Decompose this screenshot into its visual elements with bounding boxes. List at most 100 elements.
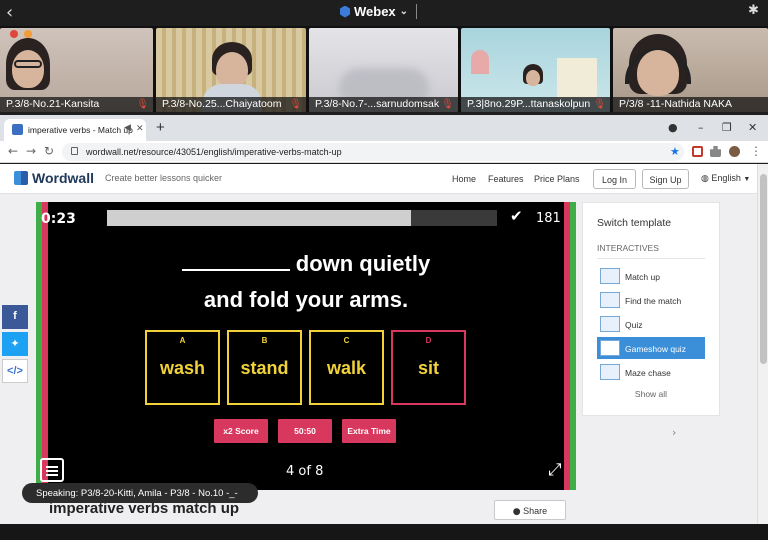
- scroll-thumb[interactable]: [760, 174, 767, 364]
- participant-tile[interactable]: P/3/8 -11-Nathida NAKA: [613, 28, 768, 112]
- wordwall-page: Wordwall Create better lessons quicker H…: [0, 164, 768, 524]
- fifty-fifty-button[interactable]: 50:50: [278, 419, 332, 443]
- divider: [416, 4, 417, 19]
- maze-chase-icon: [600, 364, 620, 380]
- question-text: down quietly and fold your arms.: [96, 246, 516, 318]
- right-stripe: [564, 202, 576, 490]
- user-icon: ●: [512, 507, 521, 517]
- match-up-icon: [600, 268, 620, 284]
- screen: ‹ Webex ⌄ ✱ P.3/8-No.21-Kansita 🎙 P.3/8-…: [0, 0, 768, 540]
- webex-top-bar: ‹ Webex ⌄ ✱: [0, 0, 768, 24]
- address-bar: ← → ↻ wordwall.net/resource/43051/englis…: [0, 141, 768, 163]
- participant-tile[interactable]: P.3/8-No.21-Kansita 🎙: [0, 28, 153, 112]
- find-the-match-icon: [600, 292, 620, 308]
- nav-features[interactable]: Features: [488, 174, 524, 184]
- webex-title[interactable]: Webex ⌄: [340, 4, 408, 19]
- login-button[interactable]: Log In: [593, 169, 636, 189]
- template-quiz[interactable]: Quiz: [597, 313, 705, 335]
- profile-avatar[interactable]: [729, 146, 740, 157]
- panel-title: Switch template: [597, 217, 672, 229]
- template-find-the-match[interactable]: Find the match: [597, 289, 705, 311]
- facebook-icon: f: [13, 310, 17, 322]
- participant-tile[interactable]: P.3/8-No.7-...sarnudomsak 🎙: [309, 28, 458, 112]
- nav-price-plans[interactable]: Price Plans: [534, 174, 580, 184]
- tagline: Create better lessons quicker: [105, 173, 223, 183]
- twitter-share-button[interactable]: ✦: [2, 332, 28, 356]
- caret-down-icon: ▼: [743, 176, 751, 183]
- minimize-icon[interactable]: –: [698, 121, 704, 134]
- divider: [597, 258, 705, 259]
- back-icon[interactable]: ←: [8, 144, 18, 158]
- back-chevron-icon[interactable]: ‹: [6, 2, 13, 23]
- page-scrollbar[interactable]: [757, 164, 768, 524]
- twitter-icon: ✦: [10, 337, 20, 350]
- code-icon: </>: [7, 365, 23, 377]
- gameshow-quiz-game[interactable]: 0:23 ✔ 181 down quietly and fold your ar…: [36, 202, 576, 490]
- gameshow-quiz-icon: [600, 340, 620, 356]
- answer-option-c[interactable]: C walk: [309, 330, 384, 405]
- show-all-link[interactable]: Show all: [583, 389, 719, 399]
- check-icon: ✔: [510, 207, 523, 225]
- chevron-right-icon[interactable]: ›: [672, 426, 676, 439]
- wordwall-logo-icon: [14, 171, 28, 185]
- x2-score-button[interactable]: x2 Score: [214, 419, 268, 443]
- share-button[interactable]: ● Share: [494, 500, 566, 520]
- answer-option-d[interactable]: D sit: [391, 330, 466, 405]
- account-icon[interactable]: ●: [668, 121, 678, 134]
- webex-logo-icon: [340, 5, 350, 18]
- extra-time-button[interactable]: Extra Time: [342, 419, 396, 443]
- maximize-icon[interactable]: ❐: [722, 121, 732, 134]
- mic-muted-icon: 🎙: [136, 99, 149, 110]
- forward-icon[interactable]: →: [26, 144, 36, 158]
- url-input[interactable]: wordwall.net/resource/43051/english/impe…: [62, 143, 684, 161]
- chevron-down-icon: ⌄: [399, 6, 409, 17]
- answer-option-a[interactable]: A wash: [145, 330, 220, 405]
- participant-name: P.3/8-No.21-Kansita: [0, 97, 153, 112]
- speaker-icon[interactable]: ◀: [124, 123, 131, 133]
- template-match-up[interactable]: Match up: [597, 265, 705, 287]
- participant-name: P.3/8-No.25...Chaiyatoom: [156, 97, 306, 112]
- lock-icon: [71, 147, 78, 155]
- participant-tile[interactable]: P.3|8no.29P...ttanaskolpun 🎙: [461, 28, 610, 112]
- mic-muted-icon: 🎙: [593, 99, 606, 110]
- close-window-icon[interactable]: ✕: [748, 121, 757, 134]
- template-maze-chase[interactable]: Maze chase: [597, 361, 705, 383]
- nav-home[interactable]: Home: [452, 174, 476, 184]
- embed-button[interactable]: </>: [2, 359, 28, 383]
- extension-icon[interactable]: [692, 146, 703, 157]
- bookmark-star-icon[interactable]: ★: [670, 145, 680, 158]
- wordwall-logo[interactable]: Wordwall: [14, 170, 94, 186]
- puzzle-extensions-icon[interactable]: [710, 146, 721, 157]
- browser-tab[interactable]: imperative verbs - Match up ◀ ✕: [4, 119, 146, 141]
- participant-name: P.3|8no.29P...ttanaskolpun: [461, 97, 610, 112]
- bottom-bar: [0, 524, 768, 540]
- reload-icon[interactable]: ↻: [44, 144, 54, 158]
- participant-tile[interactable]: P.3/8-No.25...Chaiyatoom 🎙: [156, 28, 306, 112]
- mic-muted-icon: 🎙: [441, 99, 454, 110]
- fullscreen-icon[interactable]: ⤢: [548, 460, 562, 480]
- panel-subtitle: INTERACTIVES: [597, 243, 659, 253]
- time-progress-fill: [107, 210, 412, 226]
- bluetooth-icon[interactable]: ✱: [748, 3, 759, 18]
- browser-tab-bar: imperative verbs - Match up ◀ ✕ + ● – ❐ …: [0, 115, 768, 141]
- facebook-share-button[interactable]: f: [2, 305, 28, 329]
- close-icon[interactable]: ✕: [136, 123, 144, 134]
- quiz-icon: [600, 316, 620, 332]
- timer: 0:23: [41, 211, 76, 227]
- speaking-indicator: Speaking: P3/8-20-Kitti, Amila - P3/8 - …: [22, 483, 258, 503]
- signup-button[interactable]: Sign Up: [642, 169, 689, 189]
- time-progress-bar: [107, 210, 497, 226]
- template-gameshow-quiz[interactable]: Gameshow quiz: [597, 337, 705, 359]
- new-tab-button[interactable]: +: [156, 119, 165, 136]
- question-counter: 4 of 8: [286, 464, 324, 479]
- site-header: Wordwall Create better lessons quicker H…: [0, 164, 757, 194]
- language-select[interactable]: ◍ English ▼: [701, 173, 750, 184]
- globe-icon: ◍: [701, 174, 709, 184]
- participant-name: P/3/8 -11-Nathida NAKA: [613, 97, 768, 112]
- hamburger-menu-icon[interactable]: [40, 458, 64, 482]
- wordwall-favicon-icon: [12, 124, 23, 135]
- participant-name: P.3/8-No.7-...sarnudomsak: [309, 97, 458, 112]
- answer-option-b[interactable]: B stand: [227, 330, 302, 405]
- left-stripe: [36, 202, 48, 490]
- kebab-menu-icon[interactable]: ⋮: [750, 144, 762, 158]
